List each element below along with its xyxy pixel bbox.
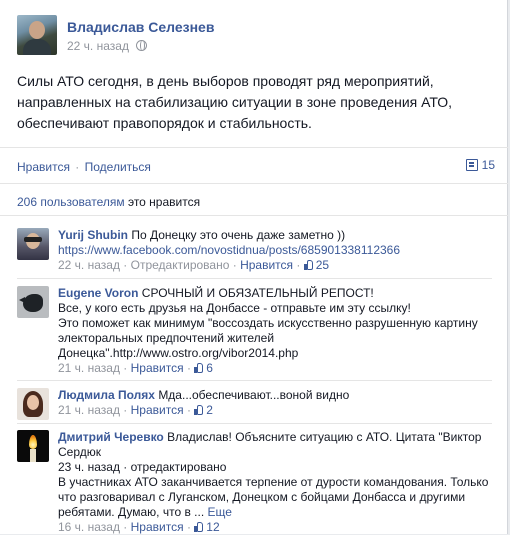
commenter-avatar[interactable]	[17, 388, 49, 420]
commenter-name[interactable]: Eugene Voron	[58, 286, 138, 300]
likes-summary: 206 пользователям это нравится	[17, 195, 200, 209]
quoted-meta: 23 ч. назад · отредактировано	[58, 460, 227, 474]
comment-timestamp[interactable]: 21 ч. назад	[58, 361, 120, 375]
commenter-avatar[interactable]	[17, 430, 49, 462]
comment-text: СРОЧНЫЙ И ОБЯЗАТЕЛЬНЫЙ РЕПОСТ!	[141, 286, 374, 300]
comment-icon	[465, 159, 478, 171]
quoted-body: В участниках АТО заканчивается терпение …	[58, 475, 489, 519]
thumb-icon	[303, 260, 314, 270]
comment-meta: 21 ч. назад · Нравится · 2	[58, 403, 213, 417]
comment-line: Все, у кого есть друзья на Донбассе - от…	[58, 301, 411, 315]
divider	[0, 147, 508, 148]
divider	[0, 183, 508, 184]
post-actions: Нравится · Поделиться	[17, 160, 151, 174]
divider	[0, 215, 508, 216]
edited-label: Отредактировано	[130, 258, 230, 272]
commenter-name[interactable]: Дмитрий Черевко	[58, 430, 164, 444]
see-more-link[interactable]: Еще	[208, 505, 232, 519]
comment-timestamp[interactable]: 21 ч. назад	[58, 403, 120, 417]
like-button[interactable]: Нравится	[17, 160, 70, 174]
thumb-icon	[194, 363, 204, 373]
comment-likes[interactable]: 6	[194, 361, 213, 375]
comments-count-button[interactable]: 15	[465, 158, 495, 172]
comment-like-button[interactable]: Нравится	[131, 403, 184, 417]
globe-icon[interactable]	[136, 40, 148, 51]
divider	[17, 380, 492, 381]
post-timestamp[interactable]: 22 ч. назад	[67, 39, 129, 53]
comment-like-button[interactable]: Нравится	[240, 258, 293, 272]
comment-body: Eugene Voron СРОЧНЫЙ И ОБЯЗАТЕЛЬНЫЙ РЕПО…	[58, 286, 498, 376]
post-card: Владислав Селезнев 22 ч. назад Силы АТО …	[0, 0, 508, 534]
comment-meta: 16 ч. назад · Нравится · 12	[58, 520, 220, 534]
divider	[17, 423, 492, 424]
likes-suffix: это нравится	[127, 195, 201, 209]
thumb-icon	[194, 405, 204, 415]
likes-count-link[interactable]: 206 пользователям	[17, 195, 125, 209]
comment-timestamp[interactable]: 16 ч. назад	[58, 520, 120, 534]
divider	[17, 278, 492, 279]
post-meta: 22 ч. назад	[67, 39, 148, 53]
comment-likes[interactable]: 2	[194, 403, 213, 417]
commenter-name[interactable]: Людмила Полях	[58, 388, 155, 402]
commenter-avatar[interactable]	[17, 228, 49, 260]
comment-likes[interactable]: 25	[303, 258, 329, 272]
commenter-avatar[interactable]	[17, 286, 49, 318]
comment-link[interactable]: https://www.facebook.com/novostidnua/pos…	[58, 243, 400, 257]
comment-body: Дмитрий Черевко Владислав! Объясните сит…	[58, 430, 498, 535]
comment-text: По Донецку это очень даже заметно ))	[131, 228, 346, 242]
commenter-name[interactable]: Yurij Shubin	[58, 228, 128, 242]
post-text: Силы АТО сегодня, в день выборов проводя…	[17, 73, 453, 131]
comment-body: Yurij Shubin По Донецку это очень даже з…	[58, 228, 498, 273]
comment-like-button[interactable]: Нравится	[131, 520, 184, 534]
author-name[interactable]: Владислав Селезнев	[67, 19, 214, 35]
comment-meta: 21 ч. назад · Нравится · 6	[58, 361, 213, 375]
comment-likes[interactable]: 12	[194, 520, 220, 534]
author-avatar[interactable]	[17, 15, 57, 55]
comment-text: Мда...обеспечивают...воной видно	[158, 388, 350, 402]
comment-line: Это поможет как минимум "воссоздать иску…	[58, 316, 478, 345]
comment-meta: 22 ч. назад · Отредактировано · Нравится…	[58, 258, 330, 272]
thumb-icon	[194, 522, 204, 532]
comment-like-button[interactable]: Нравится	[131, 361, 184, 375]
comment-timestamp[interactable]: 22 ч. назад	[58, 258, 120, 272]
comment-line: Донецка".http://www.ostro.org/vibor2014.…	[58, 346, 299, 360]
separator: ·	[75, 160, 80, 174]
comment-body: Людмила Полях Мда...обеспечивают...воной…	[58, 388, 498, 418]
comments-count: 15	[481, 158, 495, 172]
share-button[interactable]: Поделиться	[85, 160, 151, 174]
